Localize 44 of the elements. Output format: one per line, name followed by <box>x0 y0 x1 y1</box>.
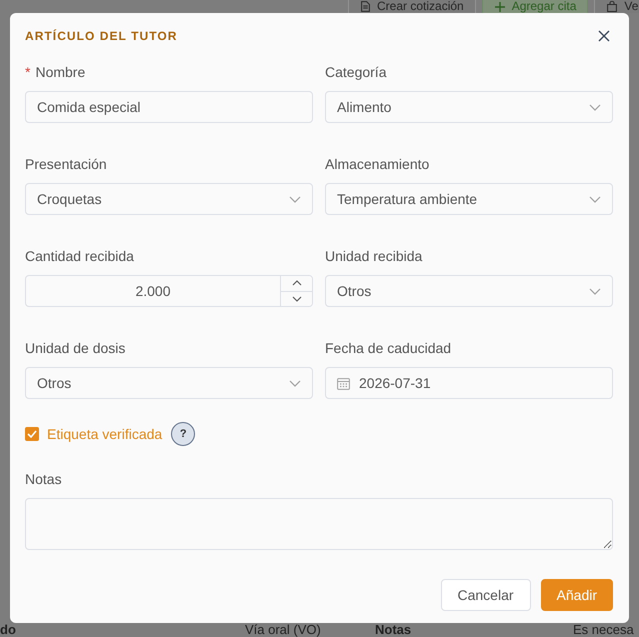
chevron-down-icon <box>292 296 302 302</box>
item-value: Vía oral (VO) <box>245 623 321 637</box>
item-value: Es necesa <box>573 623 634 637</box>
item-label: Notas <box>375 623 412 637</box>
document-icon <box>361 1 370 12</box>
checkbox[interactable] <box>25 427 39 441</box>
field-label: Nombre <box>35 63 86 82</box>
field-label: Notas <box>25 470 62 489</box>
field-label: Unidad de dosis <box>25 339 126 358</box>
number-field[interactable]: 2.000 <box>25 275 313 307</box>
chevron-up-icon <box>292 280 302 286</box>
bag-icon <box>607 1 618 12</box>
field-label: Cantidad recibida <box>25 247 134 266</box>
field-label: Presentación <box>25 155 107 174</box>
notes-field[interactable] <box>25 498 613 550</box>
close-icon <box>598 30 610 42</box>
select-field[interactable]: Otros <box>25 367 313 399</box>
chevron-down-icon <box>589 104 601 110</box>
chevron-down-icon <box>289 380 301 386</box>
decrement-button[interactable] <box>281 290 312 306</box>
text-field[interactable]: Comida especial <box>25 91 313 123</box>
select-field[interactable]: Croquetas <box>25 183 313 215</box>
help-button[interactable]: ? <box>171 422 196 446</box>
field-label: Almacenamiento <box>325 155 430 174</box>
dialog-title: ARTÍCULO DEL TUTOR <box>25 28 178 44</box>
select-field[interactable]: Temperatura ambiente <box>325 183 613 215</box>
field-label: Categoría <box>325 63 386 82</box>
date-field[interactable]: 2026-07-31 <box>325 367 613 399</box>
toolbar-button[interactable]: Ve <box>594 0 639 13</box>
required-mark: * <box>25 63 30 82</box>
calendar-icon <box>337 376 350 390</box>
chevron-down-icon <box>589 196 601 202</box>
cancel-button[interactable]: Cancelar <box>440 579 531 611</box>
chevron-down-icon <box>289 196 301 202</box>
field-label: Fecha de caducidad <box>325 339 452 358</box>
plus-icon <box>494 2 505 12</box>
select-field[interactable]: Alimento <box>325 91 613 123</box>
close-button[interactable] <box>598 30 610 42</box>
toolbar-button[interactable]: Crear cotización <box>348 0 476 13</box>
field-label: Unidad recibida <box>325 247 422 266</box>
check-icon <box>27 430 37 438</box>
chevron-down-icon <box>589 288 601 294</box>
select-field[interactable]: Otros <box>325 275 613 307</box>
item-label: do <box>0 623 16 637</box>
